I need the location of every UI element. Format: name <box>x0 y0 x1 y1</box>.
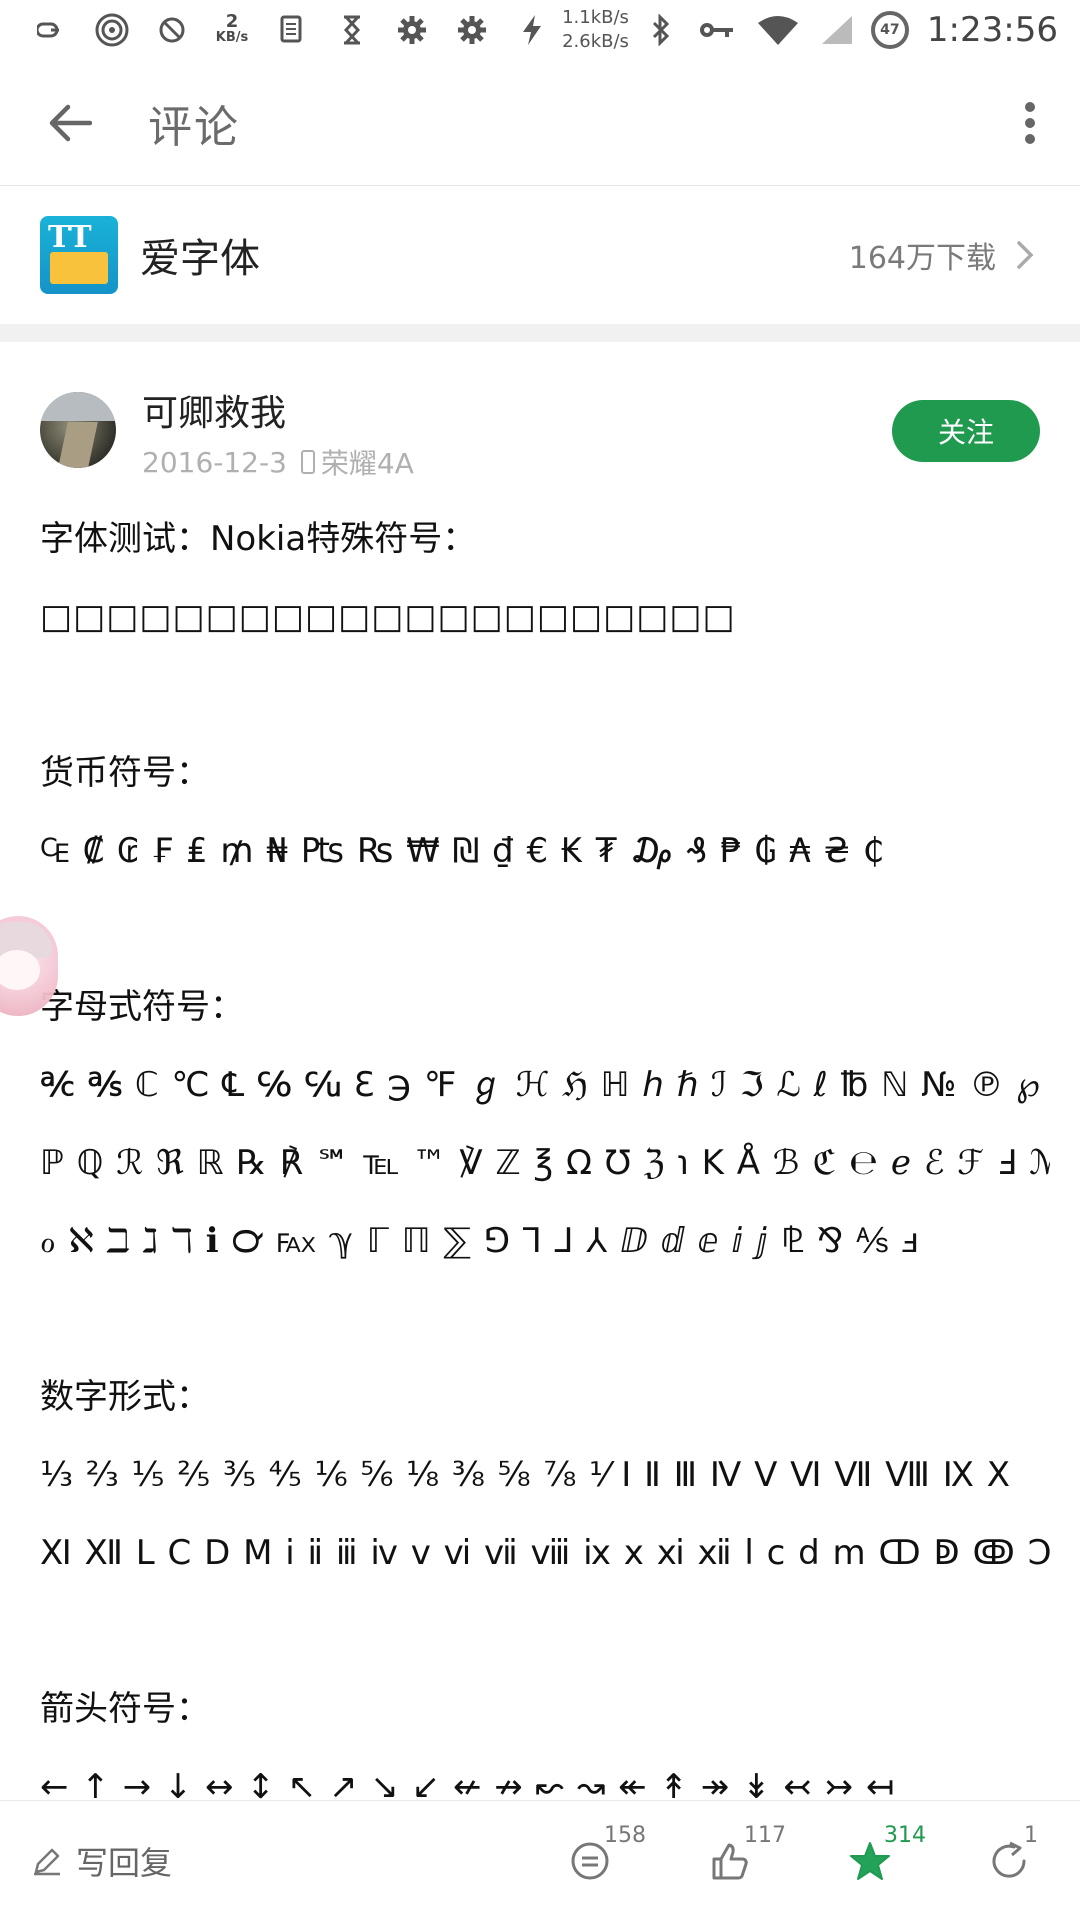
back-arrow-icon <box>49 104 92 141</box>
bluetooth-icon <box>641 10 681 50</box>
comment-line: 货币符号： <box>40 753 210 793</box>
battery-indicator: 47 <box>870 11 909 49</box>
comment-device: 荣耀4A <box>320 447 414 480</box>
share-button[interactable]: 1 <box>940 1811 1080 1911</box>
gear-icon <box>442 10 502 50</box>
comment-line: Ⅺ Ⅻ Ⅼ Ⅽ Ⅾ Ⅿ ⅰ ⅱ ⅲ ⅳ ⅴ ⅵ ⅶ ⅷ ⅸ ⅹ ⅺ ⅻ ⅼ ⅽ … <box>40 1533 1050 1573</box>
data-speed-indicator: 2 KB/s <box>202 10 262 50</box>
hotspot-icon <box>82 10 142 50</box>
back-button[interactable] <box>20 73 120 173</box>
status-bar: 2 KB/s 1.1kB/s 2.6kB/s 47 1:23:56 <box>0 0 1080 60</box>
comment-line: ⅓ ⅔ ⅕ ⅖ ⅗ ⅘ ⅙ ⅚ ⅛ ⅜ ⅝ ⅞ ⅟ Ⅰ Ⅱ Ⅲ Ⅳ Ⅴ Ⅵ Ⅶ … <box>40 1455 1012 1495</box>
comment-line: 字体测试：Nokia特殊符号： <box>40 519 477 559</box>
kbs-unit: KB/s <box>215 30 249 45</box>
comment-line: ℴ ℵ ℶ ℷ ℸ ℹ ℺ ℻ ℽ ℾ ℿ ⅀ ⅁ ⅂ ⅃ ⅄ ⅅ ⅆ ⅇ ⅈ … <box>40 1221 920 1261</box>
likes-count: 117 <box>744 1822 786 1848</box>
bottom-action-bar: 写回复 158 117 314 1 <box>0 1800 1080 1920</box>
comment-line: 箭头符号： <box>40 1689 210 1729</box>
comments-count: 158 <box>604 1822 646 1848</box>
phone-icon <box>300 450 315 474</box>
comment-line: ℀ ℁ ℂ ℃ ℄ ℅ ℆ ℇ ℈ ℉ ℊ ℋ ℌ ℍ ℎ ℏ ℐ ℑ ℒ ℓ … <box>40 1065 1041 1105</box>
comment-line: 数字形式： <box>40 1377 210 1417</box>
more-vert-icon <box>1025 101 1035 144</box>
signal-icon <box>815 10 859 50</box>
comment-date: 2016-12-3 <box>142 445 287 479</box>
more-options-button[interactable] <box>1000 73 1060 173</box>
toolbar: 评论 <box>0 60 1080 186</box>
favorite-button[interactable]: 314 <box>800 1811 940 1911</box>
favorites-count: 314 <box>884 1822 926 1848</box>
comment-body: 字体测试：Nokia特殊符号： □□□□□□□□□□□□□□□□□□□□□ 货币… <box>40 500 1050 1826</box>
hourglass-icon <box>322 10 382 50</box>
pencil-icon <box>34 1848 60 1875</box>
clock: 1:23:56 <box>926 10 1058 50</box>
follow-button[interactable]: 关注 <box>892 400 1040 462</box>
wifi-icon <box>753 10 803 50</box>
page-title: 评论 <box>148 101 240 153</box>
comment-meta: 2016-12-3 荣耀4A <box>142 442 414 482</box>
kbs-number: 2 <box>225 11 239 32</box>
key-icon <box>693 10 741 50</box>
write-reply-label: 写回复 <box>76 1843 173 1882</box>
speed-up: 1.1kB/s <box>562 7 629 28</box>
app-icon: TT <box>40 216 118 294</box>
network-speed: 1.1kB/s 2.6kB/s <box>562 6 629 54</box>
speed-down: 2.6kB/s <box>562 31 629 52</box>
write-reply-button[interactable]: 写回复 <box>32 1838 172 1884</box>
comment-header: 可卿救我 2016-12-3 荣耀4A 关注 <box>40 380 1040 490</box>
username[interactable]: 可卿救我 <box>142 384 286 436</box>
comment-line <box>40 1280 1050 1358</box>
app-name: 爱字体 <box>140 236 260 282</box>
chevron-right-icon <box>1010 235 1040 275</box>
app-downloads: 164万下载 <box>848 241 996 276</box>
comment-line: □□□□□□□□□□□□□□□□□□□□□ <box>40 597 736 637</box>
comment-button[interactable]: 158 <box>520 1811 660 1911</box>
like-button[interactable]: 117 <box>660 1811 800 1911</box>
document-icon <box>262 10 322 50</box>
comment-line: ₠ ₡ ₢ ₣ ₤ ₥ ₦ ₧ ₨ ₩ ₪ ₫ € ₭ ₮ ₯ ₰ ₱ ₲ ₳ … <box>40 831 886 871</box>
block-icon <box>142 10 202 50</box>
flash-icon <box>502 10 562 50</box>
comment-line: ℙ ℚ ℛ ℜ ℝ ℞ ℟ ℠ ℡ ™ ℣ ℤ ℥ Ω ℧ ℨ ℩ K Å ℬ … <box>40 1143 1050 1183</box>
comment-line <box>40 1592 1050 1670</box>
section-divider <box>0 324 1080 342</box>
gear-icon <box>382 10 442 50</box>
app-summary-row[interactable]: TT 爱字体 164万下载 <box>0 186 1080 324</box>
comment-line <box>40 890 1050 968</box>
link-icon <box>22 10 82 50</box>
avatar[interactable] <box>40 392 116 468</box>
shares-count: 1 <box>1024 1822 1038 1848</box>
comment-line: 字母式符号： <box>40 987 244 1027</box>
comment-line <box>40 656 1050 734</box>
